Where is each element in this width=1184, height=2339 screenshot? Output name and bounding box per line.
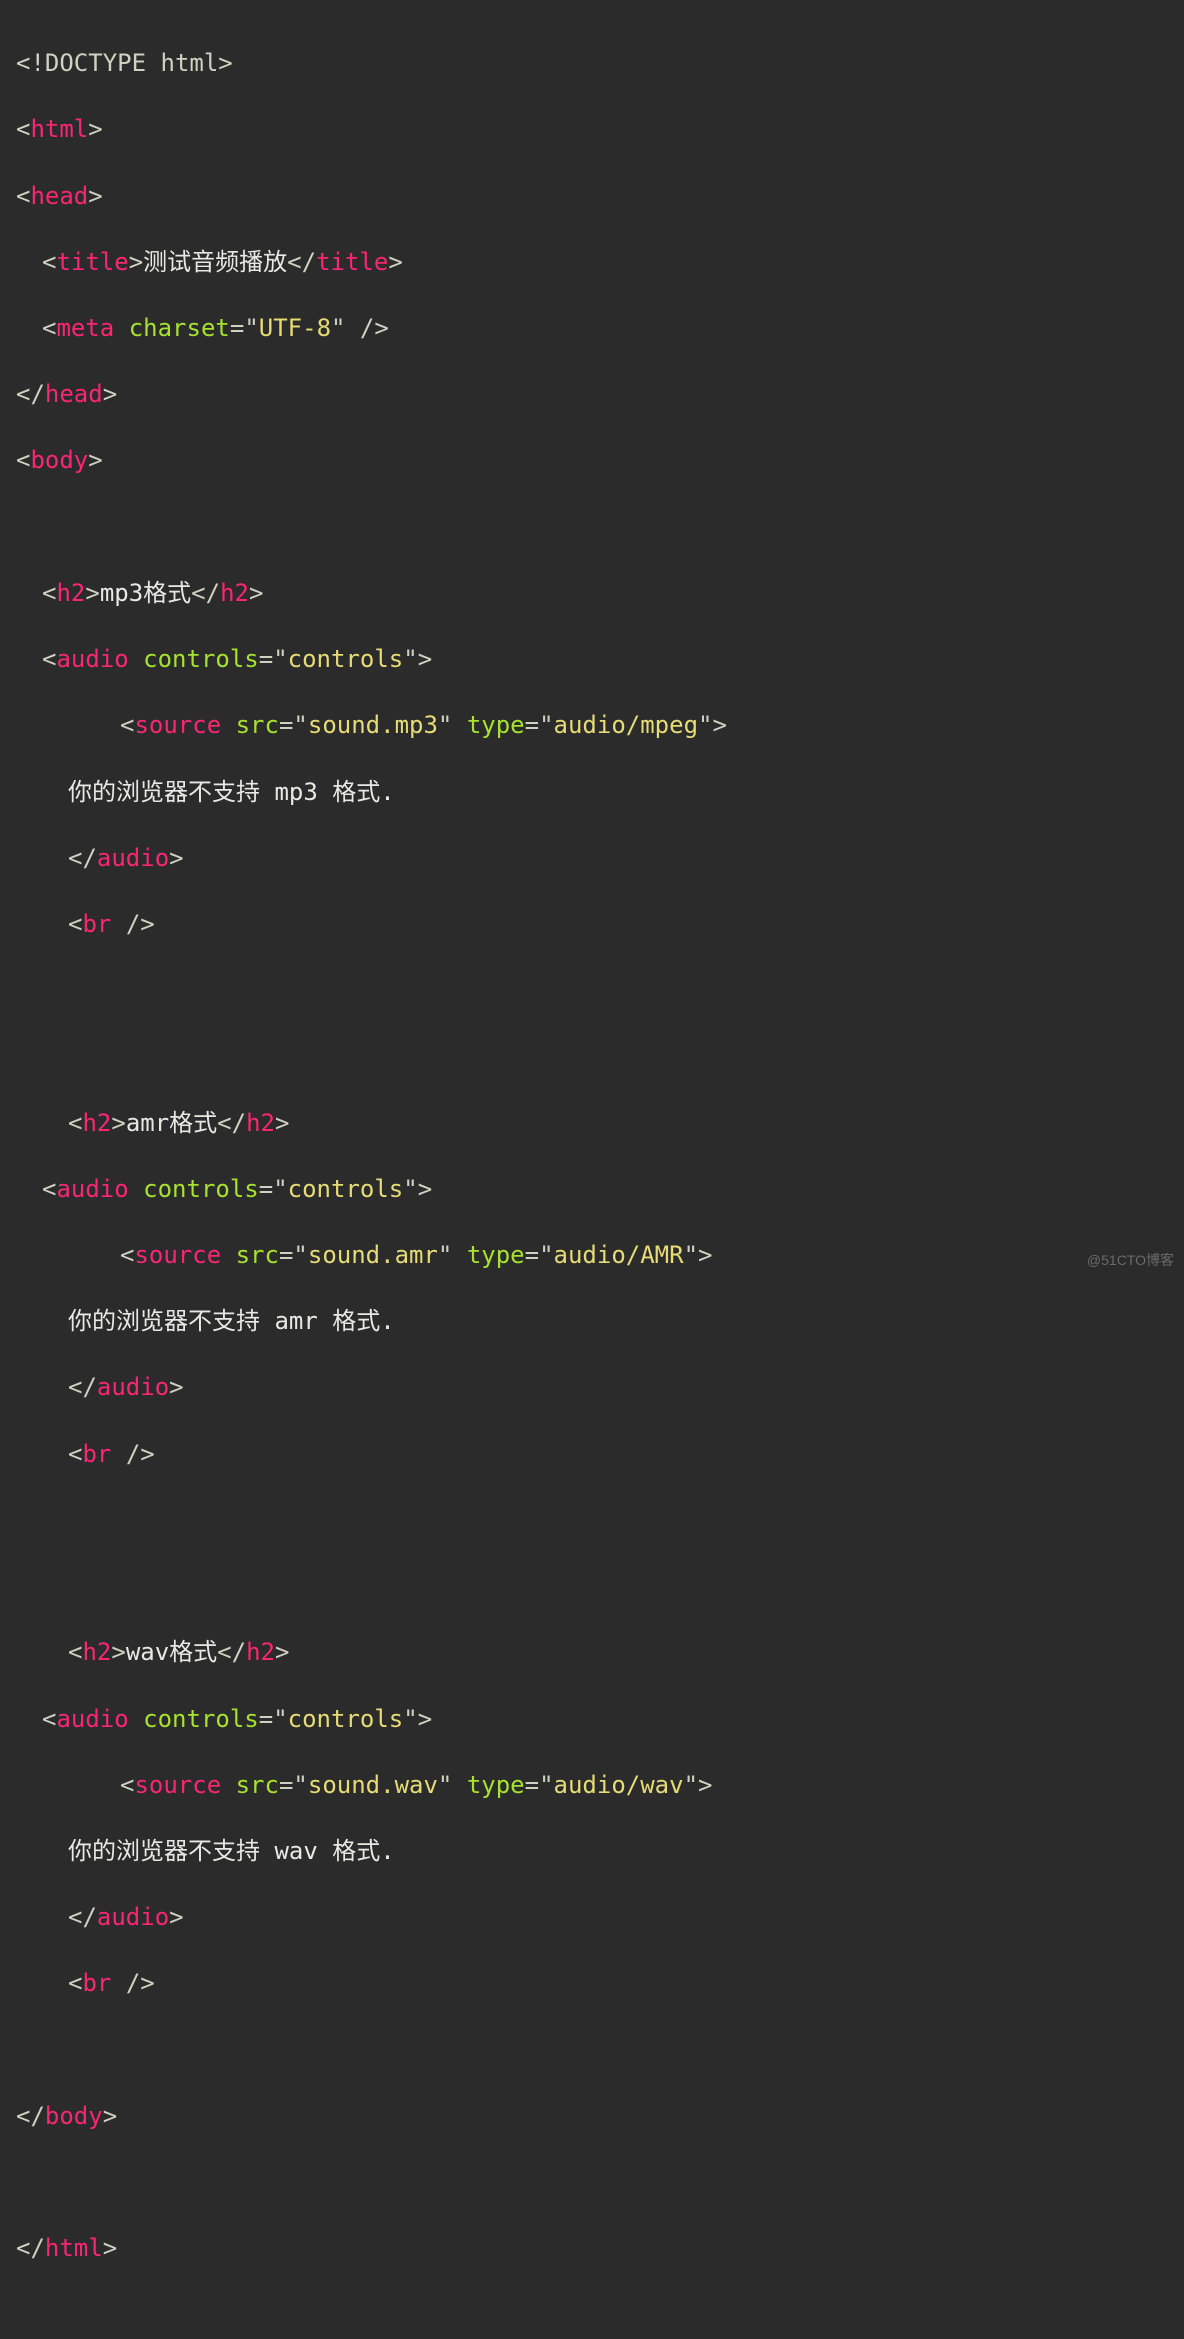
- attr-type: type: [467, 1241, 525, 1269]
- controls-value: controls: [288, 645, 404, 673]
- code-line: 你的浏览器不支持 mp3 格式.: [16, 776, 1168, 809]
- code-line: [16, 974, 1168, 1007]
- tag-h2: h2: [82, 1638, 111, 1666]
- code-line: <h2>wav格式</h2>: [16, 1636, 1168, 1669]
- tag-head: head: [30, 182, 88, 210]
- tag-audio: audio: [56, 1705, 128, 1733]
- code-line: 你的浏览器不支持 amr 格式.: [16, 1305, 1168, 1338]
- tag-audio-close: audio: [97, 1903, 169, 1931]
- charset-value: UTF-8: [259, 314, 331, 342]
- code-line: <!DOCTYPE html>: [16, 47, 1168, 80]
- code-line: <h2>amr格式</h2>: [16, 1107, 1168, 1140]
- code-line: <br />: [16, 908, 1168, 941]
- attr-type: type: [467, 711, 525, 739]
- code-line: </audio>: [16, 1901, 1168, 1934]
- tag-body-close: body: [45, 2102, 103, 2130]
- code-line: [16, 1570, 1168, 1603]
- tag-title: title: [56, 248, 128, 276]
- code-line: <br />: [16, 1967, 1168, 2000]
- watermark-text: @51CTO博客: [1087, 1251, 1174, 1270]
- attr-controls: controls: [143, 1175, 259, 1203]
- code-line: <audio controls="controls">: [16, 1173, 1168, 1206]
- tag-source: source: [134, 1241, 221, 1269]
- tag-title-close: title: [316, 248, 388, 276]
- tag-audio: audio: [56, 1175, 128, 1203]
- tag-audio-close: audio: [97, 844, 169, 872]
- tag-h2: h2: [82, 1109, 111, 1137]
- h2-text: wav格式: [126, 1638, 217, 1666]
- code-line: <source src="sound.wav" type="audio/wav"…: [16, 1769, 1168, 1802]
- type-value: audio/wav: [554, 1771, 684, 1799]
- code-line: <meta charset="UTF-8" />: [16, 312, 1168, 345]
- code-line: <br />: [16, 1438, 1168, 1471]
- code-line: [16, 1504, 1168, 1537]
- type-value: audio/AMR: [554, 1241, 684, 1269]
- code-line: <body>: [16, 444, 1168, 477]
- code-line: </head>: [16, 378, 1168, 411]
- code-line: [16, 511, 1168, 544]
- h2-text: amr格式: [126, 1109, 217, 1137]
- type-value: audio/mpeg: [554, 711, 699, 739]
- tag-source: source: [134, 711, 221, 739]
- code-line: <source src="sound.mp3" type="audio/mpeg…: [16, 709, 1168, 742]
- doctype-text: DOCTYPE html: [45, 49, 218, 77]
- code-line: </body>: [16, 2100, 1168, 2133]
- tag-html-close: html: [45, 2234, 103, 2262]
- code-line: <head>: [16, 180, 1168, 213]
- code-line: <title>测试音频播放</title>: [16, 246, 1168, 279]
- attr-charset: charset: [129, 314, 230, 342]
- code-line: </audio>: [16, 1371, 1168, 1404]
- fallback-text: 你的浏览器不支持 amr 格式.: [68, 1307, 395, 1335]
- tag-br: br: [82, 1969, 111, 1997]
- code-block: <!DOCTYPE html> <html> <head> <title>测试音…: [0, 0, 1184, 2339]
- attr-src: src: [236, 1771, 279, 1799]
- attr-src: src: [236, 711, 279, 739]
- src-value: sound.wav: [308, 1771, 438, 1799]
- h2-text: mp3格式: [100, 579, 191, 607]
- code-line: </audio>: [16, 842, 1168, 875]
- tag-audio-close: audio: [97, 1373, 169, 1401]
- tag-audio: audio: [56, 645, 128, 673]
- tag-br: br: [82, 910, 111, 938]
- code-line: 你的浏览器不支持 wav 格式.: [16, 1835, 1168, 1868]
- attr-controls: controls: [143, 1705, 259, 1733]
- tag-meta: meta: [56, 314, 114, 342]
- code-line: <audio controls="controls">: [16, 643, 1168, 676]
- code-line: </html>: [16, 2232, 1168, 2265]
- code-line: [16, 1040, 1168, 1073]
- code-line: <html>: [16, 113, 1168, 146]
- tag-html: html: [30, 115, 88, 143]
- fallback-text: 你的浏览器不支持 mp3 格式.: [68, 778, 395, 806]
- code-line: <source src="sound.amr" type="audio/AMR"…: [16, 1239, 1168, 1272]
- tag-head-close: head: [45, 380, 103, 408]
- tag-h2: h2: [56, 579, 85, 607]
- code-line: <audio controls="controls">: [16, 1703, 1168, 1736]
- attr-type: type: [467, 1771, 525, 1799]
- code-line: [16, 2166, 1168, 2199]
- controls-value: controls: [288, 1705, 404, 1733]
- tag-body: body: [30, 446, 88, 474]
- tag-source: source: [134, 1771, 221, 1799]
- attr-src: src: [236, 1241, 279, 1269]
- attr-controls: controls: [143, 645, 259, 673]
- src-value: sound.amr: [308, 1241, 438, 1269]
- tag-h2-close: h2: [246, 1109, 275, 1137]
- src-value: sound.mp3: [308, 711, 438, 739]
- fallback-text: 你的浏览器不支持 wav 格式.: [68, 1837, 395, 1865]
- code-line: <h2>mp3格式</h2>: [16, 577, 1168, 610]
- tag-br: br: [82, 1440, 111, 1468]
- tag-h2-close: h2: [220, 579, 249, 607]
- code-line: [16, 2034, 1168, 2067]
- controls-value: controls: [288, 1175, 404, 1203]
- tag-h2-close: h2: [246, 1638, 275, 1666]
- title-text: 测试音频播放: [143, 248, 287, 276]
